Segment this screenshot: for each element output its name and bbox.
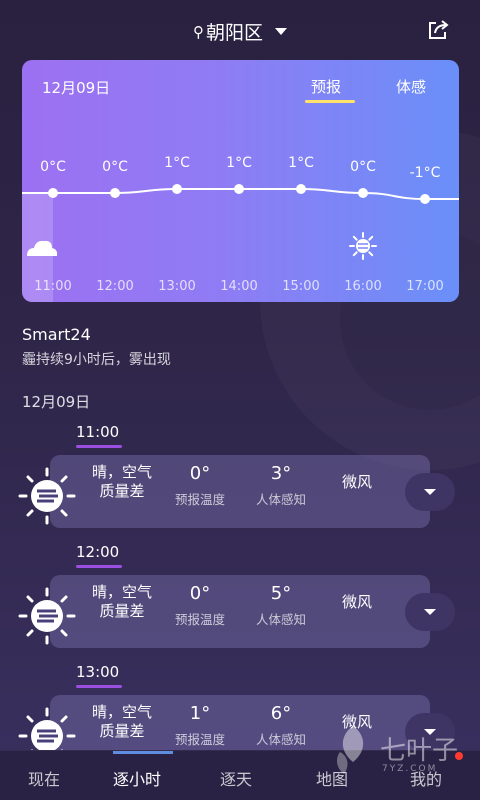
temperature-point	[296, 184, 306, 194]
chevron-down-icon	[424, 609, 436, 615]
hour-underline	[76, 565, 122, 568]
hour-tick-label: 11:00	[34, 279, 71, 294]
temperature-label: 0°C	[40, 159, 66, 175]
temperature-label: 0°C	[102, 159, 128, 175]
feels-like-temp: 5°	[270, 583, 292, 604]
sun-icon	[349, 232, 377, 260]
data-source: Smart24	[22, 325, 91, 344]
temperature-point	[234, 184, 244, 194]
forecast-temp: 0°	[189, 463, 211, 484]
chevron-down-icon	[424, 489, 436, 495]
watermark: 七叶子 7YZ.COM	[330, 722, 470, 782]
feels-like-label: 人体感知	[255, 612, 306, 627]
location-name: 朝阳区	[205, 22, 263, 44]
watermark-text: 七叶子	[380, 736, 459, 766]
hour-underline	[76, 685, 122, 688]
hour-row: 12:00 晴，空气 质量差 0° 预报温度 5° 人体感知 微风	[0, 543, 480, 663]
forecast-temp: 0°	[189, 583, 211, 604]
sunny-haze-icon	[18, 467, 76, 525]
hour-row: 11:00 晴，空气 质量差 0° 预报温度 3° 人体感知 微风	[0, 423, 480, 543]
chevron-down-icon	[275, 28, 287, 35]
nav-now[interactable]: 现在	[28, 766, 60, 790]
hour-time: 13:00	[76, 663, 120, 681]
feels-like-label: 人体感知	[255, 492, 306, 507]
weather-summary: 霾持续9小时后，雾出现	[22, 352, 171, 368]
hour-tick-label: 12:00	[96, 279, 133, 294]
hour-tick-label: 15:00	[282, 279, 319, 294]
expand-button[interactable]	[405, 593, 455, 631]
hour-underline	[76, 445, 122, 448]
wind-text: 微风	[342, 473, 373, 491]
watermark-leaf-icon	[336, 726, 364, 774]
feels-like-temp: 3°	[270, 463, 292, 484]
hour-time: 12:00	[76, 543, 120, 561]
watermark-domain: 7YZ.COM	[382, 764, 438, 774]
location-selector[interactable]: ⚲ 朝阳区	[0, 18, 480, 45]
temperature-point	[48, 188, 58, 198]
nav-active-indicator	[113, 751, 173, 754]
nav-daily[interactable]: 逐天	[220, 766, 252, 790]
feels-like-label: 人体感知	[255, 732, 306, 747]
temperature-label: 1°C	[226, 155, 252, 171]
location-pin-icon: ⚲	[192, 22, 204, 41]
temperature-point	[420, 194, 430, 204]
forecast-temp: 1°	[189, 703, 211, 724]
temperature-label: 0°C	[350, 159, 376, 175]
hour-tick-label: 13:00	[158, 279, 195, 294]
temperature-point	[172, 184, 182, 194]
sunny-haze-icon	[18, 587, 76, 645]
list-date: 12月09日	[22, 393, 91, 411]
expand-button[interactable]	[405, 473, 455, 511]
share-icon[interactable]	[426, 18, 450, 42]
temperature-label: 1°C	[164, 155, 190, 171]
temperature-label: -1°C	[410, 165, 441, 181]
temperature-point	[110, 188, 120, 198]
temperature-label: 1°C	[288, 155, 314, 171]
temperature-line-chart: 0°C 11:00 0°C 12:00 1°C 13:00 1°C 14:00 1°C 15:00…	[22, 155, 459, 294]
forecast-chart-card: 12月09日 预报 体感 0°C 11:00 0°C 12:00 1°C 13:00 1°C…	[22, 60, 459, 302]
hour-tick-label: 17:00	[406, 279, 443, 294]
hour-tick-label: 16:00	[344, 279, 381, 294]
top-bar: ⚲ 朝阳区	[0, 0, 480, 60]
feels-like-temp: 6°	[270, 703, 292, 724]
nav-hourly[interactable]: 逐小时	[113, 766, 161, 790]
hour-time: 11:00	[76, 423, 120, 441]
wind-text: 微风	[342, 593, 373, 611]
temperature-point	[358, 188, 368, 198]
cloud-icon	[27, 240, 58, 256]
hour-tick-label: 14:00	[220, 279, 257, 294]
